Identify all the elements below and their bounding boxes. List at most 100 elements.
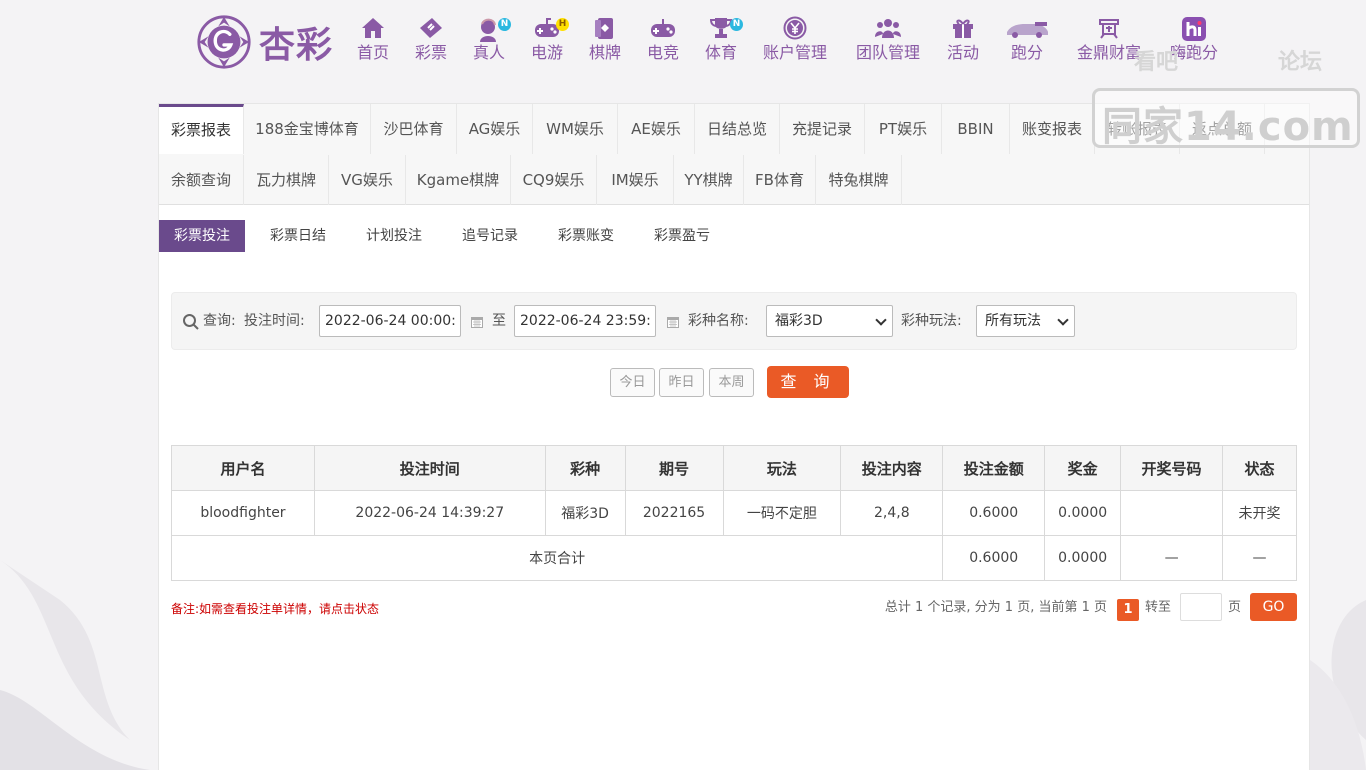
nav-home-label: 首页	[356, 43, 389, 62]
nav-live[interactable]: N 真人	[469, 16, 511, 71]
nav-hi-run[interactable]: 嗨跑分	[1166, 16, 1222, 71]
search-icon	[183, 314, 199, 330]
col-issue: 期号	[624, 445, 724, 491]
hi-app-icon	[1182, 17, 1206, 41]
page-total-label: 本页合计	[170, 535, 944, 581]
nav-live-label: 真人	[472, 43, 505, 62]
calendar-icon	[471, 317, 483, 328]
tab-ag[interactable]: AG娱乐	[457, 104, 533, 154]
col-bet-amount: 投注金额	[942, 445, 1046, 491]
tab-kgame-chess[interactable]: Kgame棋牌	[406, 155, 511, 205]
nav-lottery[interactable]: 彩票	[411, 16, 451, 71]
home-icon	[362, 18, 384, 38]
nav-activity[interactable]: 活动	[943, 16, 983, 71]
hot-badge: H	[556, 18, 569, 31]
today-button[interactable]: 今日	[610, 368, 655, 397]
to-label: 至	[492, 313, 506, 329]
total-draw-number: —	[1120, 535, 1223, 581]
tab-daily-overview[interactable]: 日结总览	[695, 104, 780, 154]
table-total-row: 本页合计 0.6000 0.0000 — —	[170, 535, 1297, 581]
tab-bbin[interactable]: BBIN	[942, 104, 1010, 154]
end-time-input[interactable]	[514, 305, 656, 337]
nav-account[interactable]: 账户管理	[759, 16, 831, 71]
col-bonus: 奖金	[1044, 445, 1122, 491]
bet-records-table: 用户名 投注时间 彩种 期号 玩法 投注内容 投注金额 奖金 开奖号码 状态 b…	[170, 445, 1297, 581]
col-draw-number: 开奖号码	[1120, 445, 1223, 491]
yesterday-button[interactable]: 昨日	[659, 368, 704, 397]
site-logo[interactable]: 杏彩	[195, 12, 350, 72]
cell-bet-content: 2,4,8	[840, 490, 944, 536]
nav-slots-label: 电游	[530, 43, 563, 62]
dealer-icon	[480, 18, 496, 42]
nav-slots[interactable]: H 电游	[527, 16, 569, 71]
report-tabs: 彩票报表 188金宝博体育 沙巴体育 AG娱乐 WM娱乐 AE娱乐 日结总览 充…	[159, 104, 1309, 205]
tab-transfer-report[interactable]: 转账报表	[1095, 104, 1180, 154]
tab-vg[interactable]: VG娱乐	[329, 155, 406, 205]
pagination-summary: 总计 1 个记录, 分为 1 页, 当前第 1 页	[884, 600, 1107, 615]
nav-wealth[interactable]: 金鼎财富	[1074, 16, 1144, 71]
subtab-lottery-daily[interactable]: 彩票日结	[255, 220, 341, 252]
subtab-chase-records[interactable]: 追号记录	[447, 220, 533, 252]
nav-chess[interactable]: 棋牌	[585, 16, 625, 71]
lottery-name-label: 彩种名称:	[688, 313, 749, 329]
tab-tetu-chess[interactable]: 特兔棋牌	[816, 155, 902, 205]
lottery-name-select[interactable]: 福彩3D	[766, 305, 893, 337]
nav-team[interactable]: 团队管理	[852, 16, 924, 71]
remark-note: 备注:如需查看投注单详情，请点击状态	[171, 602, 380, 616]
nav-home[interactable]: 首页	[353, 16, 393, 71]
goto-page-input[interactable]	[1180, 593, 1222, 621]
start-time-input[interactable]	[319, 305, 461, 337]
current-page-button[interactable]: 1	[1117, 599, 1139, 621]
cell-bet-amount: 0.6000	[942, 490, 1046, 536]
col-play: 玩法	[722, 445, 842, 491]
chevron-down-icon	[875, 314, 887, 326]
search-filter-bar: 查询: 投注时间: 至 彩种名称: 福彩3D 彩种玩法: 所有玩法	[171, 292, 1297, 350]
table-row: bloodfighter 2022-06-24 14:39:27 福彩3D 20…	[171, 490, 1297, 536]
total-status: —	[1222, 535, 1297, 581]
tab-yy-chess[interactable]: YY棋牌	[674, 155, 744, 205]
play-type-value: 所有玩法	[985, 313, 1041, 329]
cell-username: bloodfighter	[171, 490, 315, 536]
cell-play: 一码不定胆	[722, 490, 842, 536]
nav-sports[interactable]: N 体育	[701, 16, 743, 71]
tab-pt[interactable]: PT娱乐	[865, 104, 942, 154]
cell-status-link[interactable]: 未开奖	[1222, 490, 1297, 536]
tab-188-sports[interactable]: 188金宝博体育	[244, 104, 371, 154]
tab-im[interactable]: IM娱乐	[597, 155, 674, 205]
goto-label: 转至	[1144, 600, 1171, 615]
tab-lottery-report[interactable]: 彩票报表	[159, 104, 244, 154]
lottery-name-value: 福彩3D	[775, 313, 823, 329]
subtab-lottery-balance-change[interactable]: 彩票账变	[543, 220, 629, 252]
tab-fb-sports[interactable]: FB体育	[744, 155, 816, 205]
tab-rebate-total[interactable]: 返点总额	[1180, 104, 1265, 154]
nav-team-label: 团队管理	[855, 43, 920, 62]
cell-bet-time: 2022-06-24 14:39:27	[313, 490, 546, 536]
query-label: 查询:	[203, 313, 236, 329]
nav-run[interactable]: 跑分	[1002, 16, 1052, 71]
this-week-button[interactable]: 本周	[709, 368, 754, 397]
tab-saba-sports[interactable]: 沙巴体育	[371, 104, 457, 154]
cell-issue: 2022165	[624, 490, 724, 536]
nav-hi-run-label: 嗨跑分	[1169, 43, 1218, 62]
play-type-select[interactable]: 所有玩法	[976, 305, 1075, 337]
total-bonus: 0.0000	[1044, 535, 1122, 581]
tab-wm[interactable]: WM娱乐	[533, 104, 618, 154]
search-button[interactable]: 查 询	[767, 366, 849, 398]
tab-cq9[interactable]: CQ9娱乐	[511, 155, 597, 205]
nav-esports[interactable]: 电竞	[643, 16, 683, 71]
subtab-lottery-profit-loss[interactable]: 彩票盈亏	[639, 220, 725, 252]
tab-balance-change[interactable]: 账变报表	[1010, 104, 1095, 154]
nav-sports-label: 体育	[704, 43, 737, 62]
subtab-lottery-bets[interactable]: 彩票投注	[159, 220, 245, 252]
cell-bonus: 0.0000	[1044, 490, 1122, 536]
go-button[interactable]: GO	[1250, 593, 1297, 621]
tab-ae[interactable]: AE娱乐	[618, 104, 695, 154]
tab-balance-query[interactable]: 余额查询	[159, 155, 244, 205]
nav-activity-label: 活动	[946, 43, 979, 62]
subtab-plan-bets[interactable]: 计划投注	[351, 220, 437, 252]
new-badge: N	[730, 18, 743, 31]
tab-wali-chess[interactable]: 瓦力棋牌	[244, 155, 329, 205]
logo-text: 杏彩	[259, 24, 334, 66]
tab-deposit-withdraw[interactable]: 充提记录	[780, 104, 865, 154]
nav-esports-label: 电竞	[646, 43, 679, 62]
